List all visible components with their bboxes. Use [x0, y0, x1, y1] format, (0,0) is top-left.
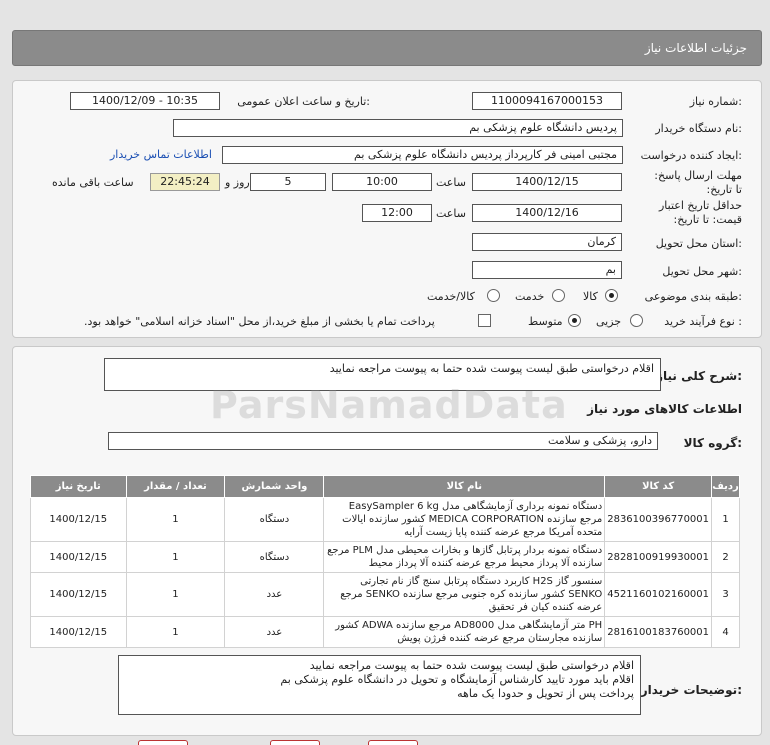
bottom-button-3[interactable] [368, 740, 418, 745]
goods-info-title: اطلاعات کالاهای مورد نیاز [587, 402, 742, 416]
process-option-minor: جزیی [596, 315, 622, 328]
goods-code: 2836100396770001 [604, 497, 713, 542]
goods-unit: عدد [224, 572, 325, 617]
announce-label: تاریخ و ساعت اعلان عمومی: [237, 95, 370, 108]
buyer-note-line: پرداخت پس از تحویل و حدودا یک ماهه [457, 687, 634, 700]
category-option-goods-service: کالا/خدمت [427, 290, 475, 303]
days-field[interactable]: 5 [250, 173, 326, 191]
goods-table: ردیف کد کالا نام کالا واحد شمارش تعداد /… [30, 475, 740, 648]
buyer-notes-label: توضیحات خریدار: [640, 683, 742, 697]
goods-table-header: ردیف کد کالا نام کالا واحد شمارش تعداد /… [30, 475, 740, 498]
goods-code: 4521160102160001 [604, 572, 713, 617]
bottom-button-1[interactable] [138, 740, 188, 745]
goods-name: سنسور گاز H2S کاربرد دستگاه پرتابل سنج گ… [323, 572, 606, 617]
category-radio-goods[interactable] [605, 289, 618, 302]
goods-date: 1400/12/15 [30, 497, 127, 542]
row-number: 4 [711, 616, 740, 648]
page-header: جزئیات اطلاعات نیاز [12, 30, 762, 66]
col-unit: واحد شمارش [224, 475, 325, 498]
row-number: 2 [711, 541, 740, 573]
col-code: کد کالا [604, 475, 713, 498]
buyer-label: نام دستگاه خریدار: [655, 122, 742, 135]
treasury-payment-note: پرداخت تمام یا بخشی از مبلغ خرید،از محل … [84, 315, 435, 328]
goods-name: PH متر آزمایشگاهی مدل AD8000 مرجع سازنده… [323, 616, 606, 648]
category-radio-goods-service[interactable] [487, 289, 500, 302]
goods-group-field[interactable]: دارو، پزشکی و سلامت [108, 432, 658, 450]
col-qty: تعداد / مقدار [125, 475, 226, 498]
goods-group-label: گروه کالا: [683, 436, 742, 450]
buyer-notes-field[interactable]: اقلام درخواستی طبق لیست پیوست شده حتما ب… [118, 655, 641, 715]
category-option-service: خدمت [515, 290, 545, 303]
remaining-label: ساعت باقی مانده [52, 176, 134, 189]
col-name: نام کالا [323, 475, 606, 498]
goods-qty: 1 [125, 497, 226, 542]
province-field[interactable]: کرمان [472, 233, 622, 251]
category-option-goods: کالا [583, 290, 598, 303]
city-label: شهر محل تحویل: [662, 265, 742, 278]
buyer-field[interactable]: پردیس دانشگاه علوم پزشکی بم [173, 119, 623, 137]
goods-name: دستگاه نمونه برداری آزمایشگاهی مدل EasyS… [323, 497, 606, 542]
buyer-note-line: اقلام درخواستی طبق لیست پیوست شده حتما ب… [309, 659, 634, 672]
goods-unit: عدد [224, 616, 325, 648]
summary-field[interactable]: اقلام درخواستی طبق لیست پیوست شده حتما ب… [104, 358, 661, 391]
deadline-date-field[interactable]: 1400/12/15 [472, 173, 622, 191]
row-number: 3 [711, 572, 740, 617]
table-row[interactable]: 3 4521160102160001 سنسور گاز H2S کاربرد … [30, 572, 740, 617]
process-label: نوع فرآیند خرید : [664, 315, 742, 328]
need-number-label: شماره نیاز: [689, 95, 742, 108]
buyer-note-line: اقلام باید مورد تایید کارشناس آزمایشگاه … [280, 673, 634, 686]
announce-datetime-field[interactable]: 1400/12/09 - 10:35 [70, 92, 220, 110]
table-row[interactable]: 2 2828100919930001 دستگاه نمونه بردار پر… [30, 541, 740, 573]
validity-time-field[interactable]: 12:00 [362, 204, 432, 222]
goods-qty: 1 [125, 541, 226, 573]
page-title: جزئیات اطلاعات نیاز [644, 41, 747, 55]
deadline-time-label: ساعت [436, 176, 466, 189]
summary-label: شرح کلی نیاز: [656, 369, 742, 383]
goods-date: 1400/12/15 [30, 616, 127, 648]
validity-date-field[interactable]: 1400/12/16 [472, 204, 622, 222]
province-label: استان محل تحویل: [655, 237, 742, 250]
goods-name: دستگاه نمونه بردار پرتابل گازها و بخارات… [323, 541, 606, 573]
creator-label: ایجاد کننده درخواست: [640, 149, 742, 162]
treasury-payment-checkbox[interactable] [478, 314, 491, 327]
remaining-time-field: 22:45:24 [150, 173, 220, 191]
process-option-medium: متوسط [528, 315, 563, 328]
goods-qty: 1 [125, 616, 226, 648]
city-field[interactable]: بم [472, 261, 622, 279]
col-row: ردیف [711, 475, 740, 498]
goods-unit: دستگاه [224, 497, 325, 542]
need-number-field[interactable]: 1100094167000153 [472, 92, 622, 110]
goods-code: 2828100919930001 [604, 541, 713, 573]
col-date: تاریخ نیاز [30, 475, 127, 498]
creator-field[interactable]: مجتبی امینی فر کارپرداز پردیس دانشگاه عل… [222, 146, 623, 164]
days-label: روز و [225, 176, 250, 189]
buyer-contact-link[interactable]: اطلاعات تماس خریدار [110, 148, 212, 161]
deadline-label: مهلت ارسال پاسخ: تا تاریخ: [654, 169, 742, 196]
goods-unit: دستگاه [224, 541, 325, 573]
validity-time-label: ساعت [436, 207, 466, 220]
deadline-time-field[interactable]: 10:00 [332, 173, 432, 191]
table-row[interactable]: 1 2836100396770001 دستگاه نمونه برداری آ… [30, 497, 740, 542]
validity-label: حداقل تاریخ اعتبار قیمت: تا تاریخ: [658, 199, 742, 226]
goods-code: 2816100183760001 [604, 616, 713, 648]
bottom-button-2[interactable] [270, 740, 320, 745]
process-radio-medium[interactable] [568, 314, 581, 327]
row-number: 1 [711, 497, 740, 542]
process-radio-minor[interactable] [630, 314, 643, 327]
goods-date: 1400/12/15 [30, 541, 127, 573]
category-label: طبقه بندی موضوعی: [644, 290, 742, 303]
goods-date: 1400/12/15 [30, 572, 127, 617]
category-radio-service[interactable] [552, 289, 565, 302]
table-row[interactable]: 4 2816100183760001 PH متر آزمایشگاهی مدل… [30, 616, 740, 648]
goods-qty: 1 [125, 572, 226, 617]
